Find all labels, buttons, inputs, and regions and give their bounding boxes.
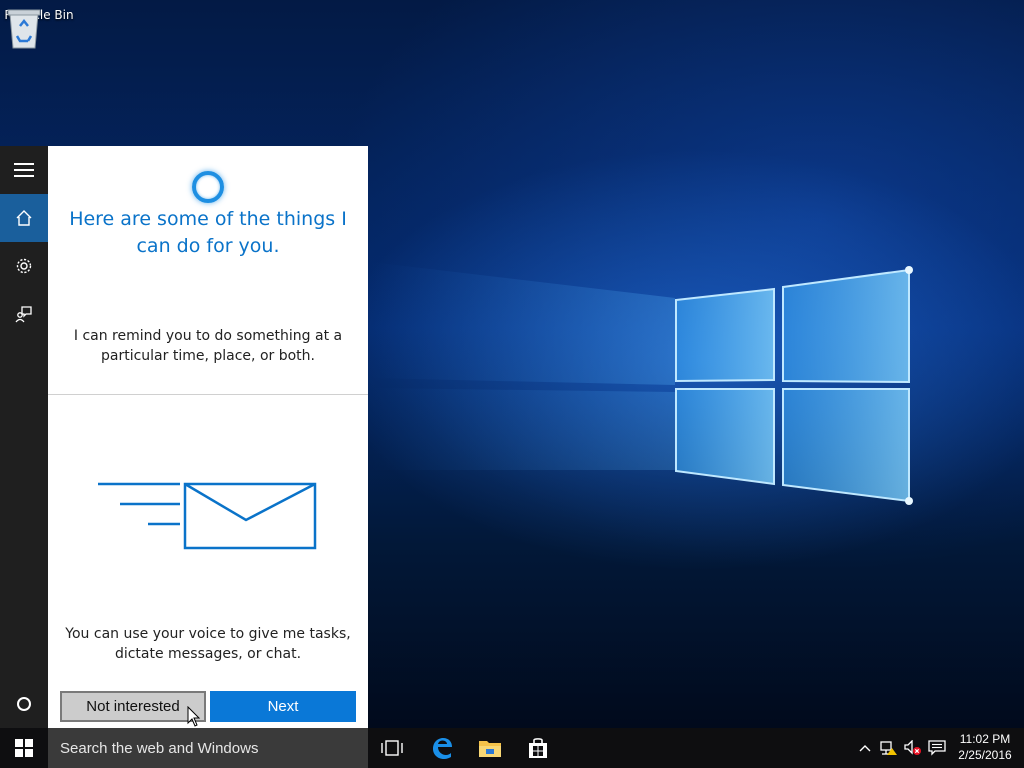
task-view-button[interactable] [368, 728, 416, 768]
cortana-title: Here are some of the things I can do for… [69, 208, 347, 257]
show-hidden-icons-button[interactable] [855, 738, 875, 758]
rail-cortana-button[interactable] [0, 680, 48, 728]
network-button[interactable] [879, 738, 899, 758]
rail-feedback-button[interactable] [0, 290, 48, 338]
next-button[interactable]: Next [210, 691, 356, 722]
clock-date: 2/25/2016 [958, 748, 1012, 762]
cortana-side-rail [0, 146, 48, 728]
hamburger-menu-icon [14, 163, 34, 177]
cortana-panel: Here are some of the things I can do for… [48, 146, 368, 728]
panel-divider [48, 394, 368, 395]
start-button[interactable] [0, 728, 48, 768]
envelope-icon [98, 482, 317, 550]
edge-icon [433, 738, 452, 759]
remind-description: I can remind you to do something at a pa… [73, 328, 343, 364]
file-explorer-button[interactable] [466, 728, 514, 768]
volume-button[interactable] [903, 738, 923, 758]
store-icon [529, 738, 547, 758]
folder-icon [479, 741, 501, 757]
rail-settings-button[interactable] [0, 242, 48, 290]
taskbar: Search the web and Windows 11:02 PM 2/25… [0, 728, 1024, 768]
chevron-up-icon [859, 745, 871, 752]
rail-home-button[interactable] [0, 194, 48, 242]
volume-muted-icon [904, 740, 921, 755]
recycle-bin-icon [7, 9, 41, 49]
edge-button[interactable] [418, 728, 466, 768]
action-center-button[interactable] [927, 738, 947, 758]
action-center-icon [928, 740, 946, 756]
gear-icon [16, 258, 32, 274]
hamburger-menu-button[interactable] [0, 146, 48, 194]
voice-description: You can use your voice to give me tasks,… [65, 626, 351, 662]
store-button[interactable] [514, 728, 562, 768]
desktop-icon-recycle-bin[interactable]: Recycle Bin [4, 6, 74, 76]
cortana-logo-icon [192, 171, 224, 203]
cortana-circle-icon [17, 697, 31, 711]
taskbar-clock[interactable]: 11:02 PM 2/25/2016 [950, 731, 1020, 763]
not-interested-button[interactable]: Not interested [60, 691, 206, 722]
search-placeholder: Search the web and Windows [60, 739, 259, 757]
network-icon [880, 741, 897, 755]
mouse-cursor-icon [187, 706, 201, 727]
home-icon [16, 210, 32, 226]
clock-time: 11:02 PM [959, 732, 1011, 746]
windows-logo-icon [15, 739, 33, 757]
feedback-icon [15, 306, 32, 323]
task-view-icon [381, 740, 403, 756]
taskbar-search-box[interactable]: Search the web and Windows [48, 728, 368, 768]
